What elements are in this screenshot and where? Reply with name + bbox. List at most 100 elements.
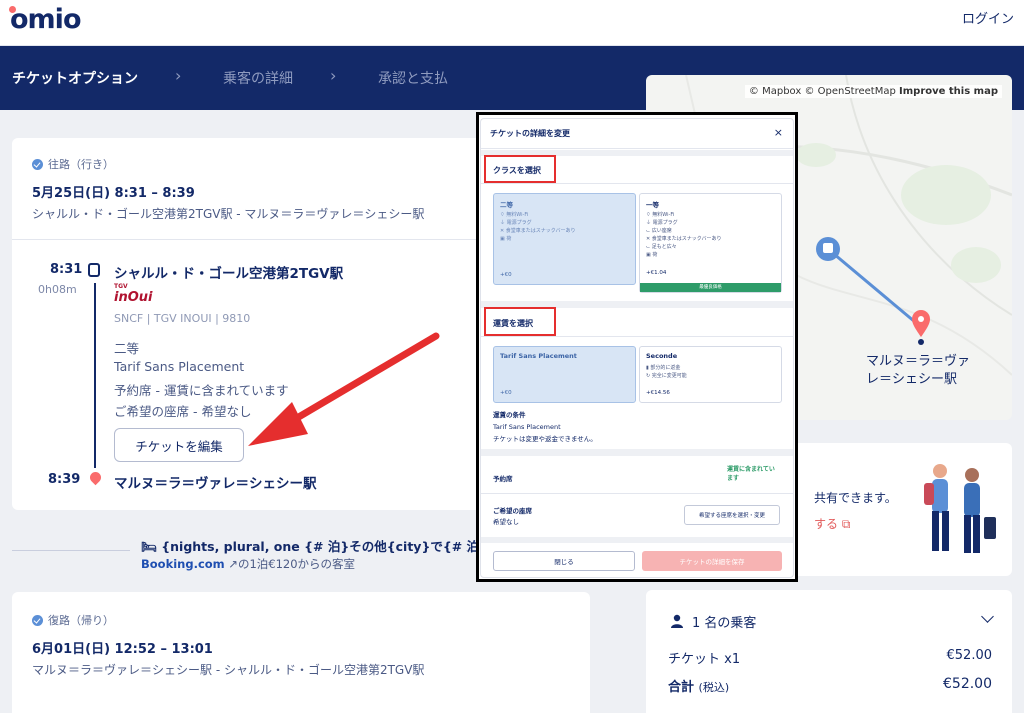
modal-divider xyxy=(481,493,793,494)
bed-icon: 🛏 xyxy=(141,539,162,554)
chevron-right-icon: › xyxy=(330,66,337,85)
modal-band xyxy=(481,449,793,456)
ticket-seat-preference: ご希望の座席 - 希望なし xyxy=(114,404,252,419)
direction-label: 復路（帰り） xyxy=(32,612,424,628)
option-feature: ⏚ 電源プラグ xyxy=(500,220,532,226)
departure-time: 8:31 xyxy=(50,262,83,277)
tax-note: (税込) xyxy=(698,681,730,694)
option-feature: ↻ 完全に変更可能 xyxy=(646,373,687,379)
annotation-highlight-box xyxy=(484,307,556,336)
booking-brand: Booking.com xyxy=(141,557,225,571)
train-icon xyxy=(88,263,100,277)
promo-sub-text: の1泊€120からの客室 xyxy=(237,557,356,571)
external-link-icon: ↗ xyxy=(228,557,238,571)
map-station-label: マルヌ＝ラ＝ヴァ レ＝シェシー駅 xyxy=(866,353,970,389)
share-link[interactable]: する ⧉ xyxy=(814,515,850,532)
class-option-second[interactable]: 二等 ⌔ 無料Wi-Fi ⏚ 電源プラグ ✕ 食堂車またはスナックバーあり ▣ … xyxy=(493,193,636,285)
timeline-line xyxy=(94,283,96,468)
copy-icon: ⧉ xyxy=(841,517,851,531)
annotation-highlight-box xyxy=(484,155,556,183)
logo-dot xyxy=(9,6,16,13)
option-feature: ✕ 食堂車またはスナックバーあり xyxy=(646,236,722,242)
map-attribution[interactable]: © Mapbox © OpenStreetMap Improve this ma… xyxy=(744,85,1002,98)
journey-date-time: 6月01日(日) 12:52 – 13:01 xyxy=(32,642,213,657)
step-ticket-options: チケットオプション xyxy=(12,71,138,87)
option-feature: ⌙ 広い座席 xyxy=(646,228,672,234)
station-label-line: レ＝シェシー駅 xyxy=(866,372,958,387)
fare-conditions-title: 運賃の条件 xyxy=(493,411,526,419)
improve-map-link[interactable]: Improve this map xyxy=(899,86,998,97)
journey-route: シャルル・ド・ゴール空港第2TGV駅 - マルヌ＝ラ＝ヴァレ＝シェシー駅 xyxy=(32,207,425,221)
best-price-badge: 最優良価格 xyxy=(640,283,781,292)
journey-route: マルヌ＝ラ＝ヴァレ＝シェシー駅 - シャルル・ド・ゴール空港第2TGV駅 xyxy=(32,663,425,677)
fare-conditions-name: Tarif Sans Placement xyxy=(493,423,561,431)
logo-text: omio xyxy=(10,4,81,35)
booking-promo-title[interactable]: 🛏 {nights, plural, one {# 泊}その他{city}で{#… xyxy=(141,536,497,555)
edit-ticket-modal: チケットの詳細を変更 × クラスを選択 二等 ⌔ 無料Wi-Fi ⏚ 電源プラグ… xyxy=(480,118,794,578)
omio-logo[interactable]: omio xyxy=(9,4,81,35)
logo-main-text: inOui xyxy=(114,290,153,305)
reservation-label: 予約席 xyxy=(493,475,513,483)
attribution-text: © Mapbox © OpenStreetMap xyxy=(748,86,896,97)
option-feature: ▣ 荷 xyxy=(500,236,512,242)
class-option-first[interactable]: 一等 ⌔ 無料Wi-Fi ⏚ 電源プラグ ⌙ 広い座席 ✕ 食堂車またはスナック… xyxy=(639,193,782,293)
fare-option-seconde[interactable]: Seconde ▮ 部分的に返金 ↻ 完全に変更可能 +€14.56 xyxy=(639,346,782,403)
save-ticket-details-button[interactable]: チケットの詳細を保存 xyxy=(642,551,782,571)
total-price: €52.00 xyxy=(943,676,992,692)
option-price: +€14.56 xyxy=(646,390,670,396)
operator-info: SNCF | TGV INOUI | 9810 xyxy=(114,312,251,325)
modal-close-button[interactable]: 閉じる xyxy=(493,551,635,571)
option-feature: ▣ 荷 xyxy=(646,252,658,258)
reservation-value-line: ます xyxy=(727,475,740,482)
option-title: Seconde xyxy=(646,352,678,360)
arrival-station: マルヌ＝ラ＝ヴァレ＝シェシー駅 xyxy=(114,476,317,492)
option-price: +€1.04 xyxy=(646,270,667,276)
promo-divider xyxy=(12,550,130,551)
modal-divider xyxy=(481,183,793,184)
option-feature: ⌔ 無料Wi-Fi xyxy=(500,212,529,218)
direction-text: 往路（行き） xyxy=(48,158,114,171)
ticket-fare: Tarif Sans Placement xyxy=(114,359,245,374)
return-journey-card[interactable]: 復路（帰り） 6月01日(日) 12:52 – 13:01 マルヌ＝ラ＝ヴァレ＝… xyxy=(12,592,590,713)
journey-date-time: 5月25日(日) 8:31 – 8:39 xyxy=(32,186,195,201)
select-seat-button[interactable]: 希望する座席を選択・変更 xyxy=(684,505,780,525)
passenger-summary-card[interactable]: 1 名の乗客 チケット x1 €52.00 合計 (税込) €52.00 xyxy=(646,590,1012,713)
departure-station: シャルル・ド・ゴール空港第2TGV駅 xyxy=(114,266,344,282)
share-link-text: する xyxy=(814,517,839,531)
promo-title-text: {nights, plural, one {# 泊}その他{city}で{# 泊… xyxy=(161,539,497,554)
close-icon[interactable]: × xyxy=(774,126,783,139)
fare-option-sans-placement[interactable]: Tarif Sans Placement +€0 xyxy=(493,346,636,403)
option-feature: ⌙ 足もと広々 xyxy=(646,244,677,250)
booking-promo-sub[interactable]: Booking.com ↗の1泊€120からの客室 xyxy=(141,556,355,572)
travelers-illustration-icon xyxy=(924,464,996,553)
fare-conditions-text: チケットは変更や返金できません。 xyxy=(493,435,597,443)
step-confirm-pay: 承認と支払 xyxy=(378,71,448,87)
total-label: 合計 (税込) xyxy=(668,676,729,695)
login-link[interactable]: ログイン xyxy=(962,8,1014,27)
option-price: +€0 xyxy=(500,272,512,278)
seat-pref-label: ご希望の座席 xyxy=(493,507,532,515)
arrival-time: 8:39 xyxy=(48,472,81,487)
top-header: omio ログイン xyxy=(0,0,1024,46)
option-feature: ✕ 食堂車またはスナックバーあり xyxy=(500,228,576,234)
check-circle-icon xyxy=(32,158,43,170)
seat-pref-value: 希望なし xyxy=(493,518,519,526)
user-icon xyxy=(671,614,683,628)
direction-text: 復路（帰り） xyxy=(48,614,114,627)
chevron-down-icon[interactable] xyxy=(981,610,994,623)
tgv-inoui-logo: TGV inOui xyxy=(114,284,153,306)
modal-title: チケットの詳細を変更 xyxy=(490,129,570,138)
check-circle-icon xyxy=(32,614,43,626)
reservation-value-line: 運賃に含まれてい xyxy=(727,466,775,473)
ticket-price: €52.00 xyxy=(946,648,993,663)
edit-ticket-button[interactable]: チケットを編集 xyxy=(114,428,244,462)
option-title: Tarif Sans Placement xyxy=(500,352,577,360)
total-label-text: 合計 xyxy=(668,680,695,695)
annotation-arrow-icon xyxy=(248,332,440,446)
option-feature: ⏚ 電源プラグ xyxy=(646,220,678,226)
share-text: 共有できます。 xyxy=(814,491,897,505)
modal-header: チケットの詳細を変更 × xyxy=(481,119,793,149)
return-summary: 復路（帰り） 6月01日(日) 12:52 – 13:01 マルヌ＝ラ＝ヴァレ＝… xyxy=(32,612,424,678)
chevron-right-icon: › xyxy=(175,66,182,85)
direction-label: 往路（行き） xyxy=(32,156,424,172)
